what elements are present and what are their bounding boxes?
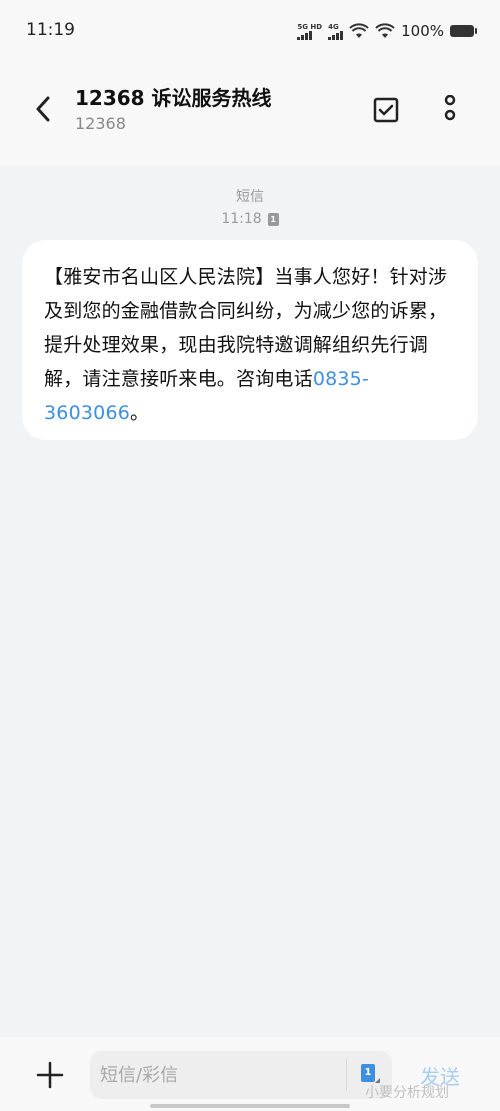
more-vertical-icon xyxy=(444,95,456,121)
back-button[interactable] xyxy=(26,92,60,126)
status-icons: 5G HD 4G 100% xyxy=(297,20,477,42)
signal-icon: 5G HD xyxy=(297,23,322,40)
add-attachment-button[interactable] xyxy=(34,1059,66,1091)
status-time: 11:19 xyxy=(26,20,75,40)
signal-icon: 4G xyxy=(328,22,344,40)
conversation-number: 12368 xyxy=(75,114,126,133)
message-text: 【雅安市名山区人民法院】当事人您好！针对涉及到您的金融借款合同纠纷，为减少您的诉… xyxy=(44,266,448,390)
watermark: 小要分析规划 xyxy=(365,1085,449,1101)
sim-card-icon: 1 xyxy=(361,1064,375,1082)
message-type: 短信 xyxy=(236,189,264,205)
battery-icon xyxy=(450,25,477,37)
message-input[interactable] xyxy=(100,1059,340,1091)
message-text-end: 。 xyxy=(130,402,150,424)
checkbox-icon xyxy=(373,97,399,123)
network-label-2: 4G xyxy=(328,22,339,31)
compose-box: 1 xyxy=(90,1051,392,1099)
message-meta: 短信 11:18 1 xyxy=(0,188,500,228)
sim-badge-icon: 1 xyxy=(267,212,279,226)
chevron-left-icon xyxy=(36,96,50,122)
message-bubble[interactable]: 【雅安市名山区人民法院】当事人您好！针对涉及到您的金融借款合同纠纷，为减少您的诉… xyxy=(22,240,478,440)
divider xyxy=(346,1059,347,1091)
battery-percent: 100% xyxy=(401,22,444,40)
message-time-row: 11:18 1 xyxy=(221,210,279,228)
plus-icon xyxy=(36,1061,64,1089)
conversation-title: 12368 诉讼服务热线 xyxy=(75,86,272,110)
wifi-icon xyxy=(375,23,395,38)
wifi-icon xyxy=(349,23,369,38)
network-label-1: 5G HD xyxy=(297,22,323,31)
status-bar: 11:19 5G HD 4G 100% xyxy=(0,0,500,62)
more-button[interactable] xyxy=(434,94,466,126)
conversation-header: 12368 诉讼服务热线 12368 xyxy=(0,62,500,166)
home-indicator[interactable] xyxy=(150,1104,350,1108)
message-time: 11:18 xyxy=(221,211,262,227)
multi-select-button[interactable] xyxy=(370,94,402,126)
